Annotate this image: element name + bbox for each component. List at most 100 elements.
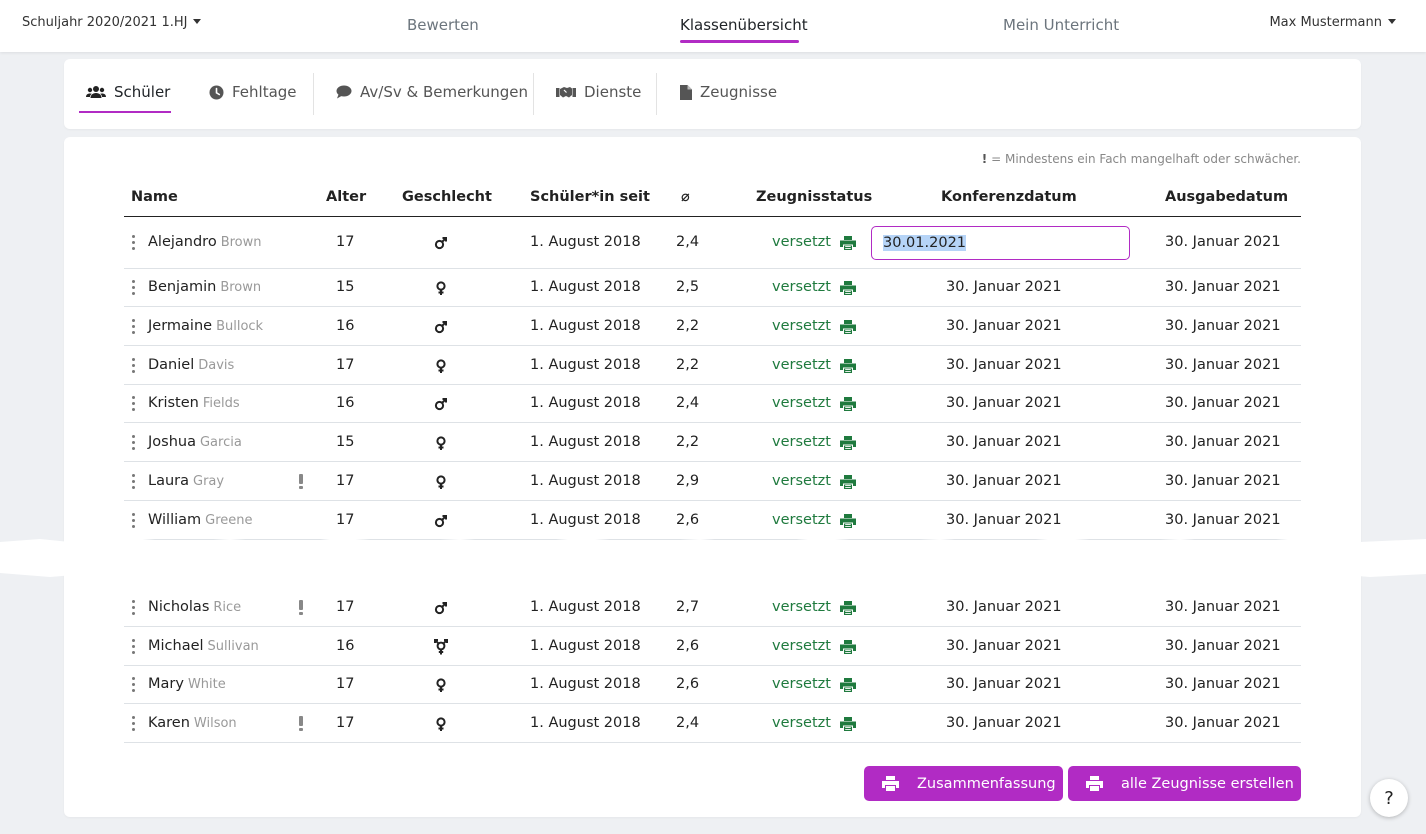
- print-certificate-icon[interactable]: [840, 319, 856, 334]
- since-cell: 1. August 2018: [530, 279, 641, 295]
- conference-date-cell[interactable]: 30. Januar 2021: [946, 676, 1062, 692]
- issue-date-cell[interactable]: 30. Januar 2021: [1165, 638, 1281, 654]
- table-row: Mary White 17 1. August 2018 2,6 versetzt 30. …: [124, 666, 1301, 704]
- print-certificate-icon[interactable]: [840, 358, 856, 373]
- header-average[interactable]: ⌀: [681, 189, 690, 205]
- issue-date-cell[interactable]: 30. Januar 2021: [1165, 473, 1281, 489]
- conference-date-cell[interactable]: 30. Januar 2021: [946, 318, 1062, 334]
- student-name[interactable]: Mary White: [148, 676, 226, 692]
- row-actions-icon[interactable]: [132, 639, 136, 655]
- issue-date-cell[interactable]: 30. Januar 2021: [1165, 318, 1281, 334]
- student-name[interactable]: Alejandro Brown: [148, 234, 262, 250]
- row-actions-icon[interactable]: [132, 474, 136, 490]
- age-cell: 15: [336, 434, 355, 450]
- header-name[interactable]: Name: [131, 189, 178, 205]
- warning-legend: ! = Mindestens ein Fach mangelhaft oder …: [982, 152, 1301, 166]
- male-symbol-icon: [434, 396, 448, 411]
- student-name[interactable]: Michael Sullivan: [148, 638, 259, 654]
- status-cell: versetzt: [772, 676, 831, 692]
- user-menu-dropdown[interactable]: Max Mustermann: [1269, 15, 1396, 30]
- issue-date-cell[interactable]: 30. Januar 2021: [1165, 676, 1281, 692]
- last-name: Fields: [202, 396, 240, 411]
- row-actions-icon[interactable]: [132, 396, 136, 412]
- average-cell: 2,6: [676, 512, 700, 528]
- row-actions-icon[interactable]: [132, 600, 136, 616]
- table-row: Kristen Fields 16 1. August 2018 2,4 versetzt…: [124, 385, 1301, 423]
- issue-date-cell[interactable]: 30. Januar 2021: [1165, 512, 1281, 528]
- torn-edge-separator: [0, 538, 1426, 577]
- student-name[interactable]: Kristen Fields: [148, 395, 240, 411]
- print-certificate-icon[interactable]: [840, 280, 856, 295]
- conference-date-cell[interactable]: 30. Januar 2021: [946, 638, 1062, 654]
- header-zeugnisstatus[interactable]: Zeugnisstatus: [756, 189, 872, 205]
- status-cell: versetzt: [772, 638, 831, 654]
- print-certificate-icon[interactable]: [840, 677, 856, 692]
- student-name[interactable]: Daniel Davis: [148, 357, 234, 373]
- issue-date-cell[interactable]: 30. Januar 2021: [1165, 599, 1281, 615]
- document-icon: [680, 84, 692, 100]
- conference-date-input[interactable]: 30.01.2021: [871, 226, 1130, 260]
- print-certificate-icon[interactable]: [840, 396, 856, 411]
- issue-date-cell[interactable]: 30. Januar 2021: [1165, 279, 1281, 295]
- header-alter[interactable]: Alter: [326, 189, 366, 205]
- row-actions-icon[interactable]: [132, 319, 136, 335]
- tab-zeugnisse[interactable]: Zeugnisse: [680, 83, 777, 101]
- student-name[interactable]: Joshua Garcia: [148, 434, 242, 450]
- issue-date-cell[interactable]: 30. Januar 2021: [1165, 715, 1281, 731]
- header-ausgabedatum[interactable]: Ausgabedatum: [1165, 189, 1288, 205]
- issue-date-cell[interactable]: 30. Januar 2021: [1165, 357, 1281, 373]
- create-all-certificates-button[interactable]: alle Zeugnisse erstellen: [1068, 766, 1301, 801]
- last-name: Wilson: [193, 716, 237, 731]
- print-certificate-icon[interactable]: [840, 235, 856, 250]
- conference-date-cell[interactable]: 30. Januar 2021: [946, 395, 1062, 411]
- first-name: Michael: [148, 638, 204, 654]
- nav-link-mein-unterricht[interactable]: Mein Unterricht: [1003, 16, 1119, 34]
- summary-button[interactable]: Zusammenfassung: [864, 766, 1063, 801]
- row-actions-icon[interactable]: [132, 513, 136, 529]
- conference-date-cell[interactable]: 30. Januar 2021: [946, 473, 1062, 489]
- student-name[interactable]: Nicholas Rice: [148, 599, 241, 615]
- school-year-dropdown[interactable]: Schuljahr 2020/2021 1.HJ: [22, 15, 202, 30]
- print-certificate-icon[interactable]: [840, 513, 856, 528]
- header-konferenzdatum[interactable]: Konferenzdatum: [941, 189, 1077, 205]
- conference-date-cell[interactable]: 30. Januar 2021: [946, 599, 1062, 615]
- student-name[interactable]: Benjamin Brown: [148, 279, 261, 295]
- status-cell: versetzt: [772, 473, 831, 489]
- print-certificate-icon[interactable]: [840, 600, 856, 615]
- row-actions-icon[interactable]: [132, 280, 136, 296]
- average-cell: 2,5: [676, 279, 700, 295]
- student-name[interactable]: Jermaine Bullock: [148, 318, 263, 334]
- conference-date-cell[interactable]: 30. Januar 2021: [946, 279, 1062, 295]
- conference-date-cell[interactable]: 30. Januar 2021: [946, 357, 1062, 373]
- create-all-certificates-label: alle Zeugnisse erstellen: [1121, 775, 1294, 792]
- student-name[interactable]: Karen Wilson: [148, 715, 237, 731]
- row-actions-icon[interactable]: [132, 435, 136, 451]
- tab-schueler[interactable]: Schüler: [86, 83, 170, 101]
- print-certificate-icon[interactable]: [840, 474, 856, 489]
- nav-link-klassenuebersicht[interactable]: Klassenübersicht: [680, 16, 808, 34]
- header-geschlecht[interactable]: Geschlecht: [402, 189, 492, 205]
- print-certificate-icon[interactable]: [840, 639, 856, 654]
- print-certificate-icon[interactable]: [840, 716, 856, 731]
- conference-date-cell[interactable]: 30. Januar 2021: [946, 512, 1062, 528]
- tab-fehltage[interactable]: Fehltage: [209, 83, 297, 101]
- tab-av-sv-bemerkungen[interactable]: Av/Sv & Bemerkungen: [336, 83, 528, 101]
- student-name[interactable]: Laura Gray: [148, 473, 224, 489]
- issue-date-cell[interactable]: 30. Januar 2021: [1165, 395, 1281, 411]
- nav-link-bewerten[interactable]: Bewerten: [407, 16, 479, 34]
- tab-dienste[interactable]: Dienste: [556, 83, 641, 101]
- tab-label: Fehltage: [232, 83, 297, 101]
- row-actions-icon[interactable]: [132, 677, 136, 693]
- issue-date-cell[interactable]: 30. Januar 2021: [1165, 434, 1281, 450]
- row-actions-icon[interactable]: [132, 358, 136, 374]
- row-actions-icon[interactable]: [132, 716, 136, 732]
- student-name[interactable]: William Greene: [148, 512, 253, 528]
- print-certificate-icon[interactable]: [840, 435, 856, 450]
- conference-date-cell[interactable]: 30. Januar 2021: [946, 434, 1062, 450]
- help-button[interactable]: ?: [1370, 779, 1408, 817]
- issue-date-cell[interactable]: 30. Januar 2021: [1165, 234, 1281, 250]
- row-actions-icon[interactable]: [132, 235, 136, 251]
- tabs-card: Schüler Fehltage Av/Sv & Bemerkungen Die…: [64, 59, 1361, 129]
- header-schueler-seit[interactable]: Schüler*in seit: [530, 189, 650, 205]
- conference-date-cell[interactable]: 30. Januar 2021: [946, 715, 1062, 731]
